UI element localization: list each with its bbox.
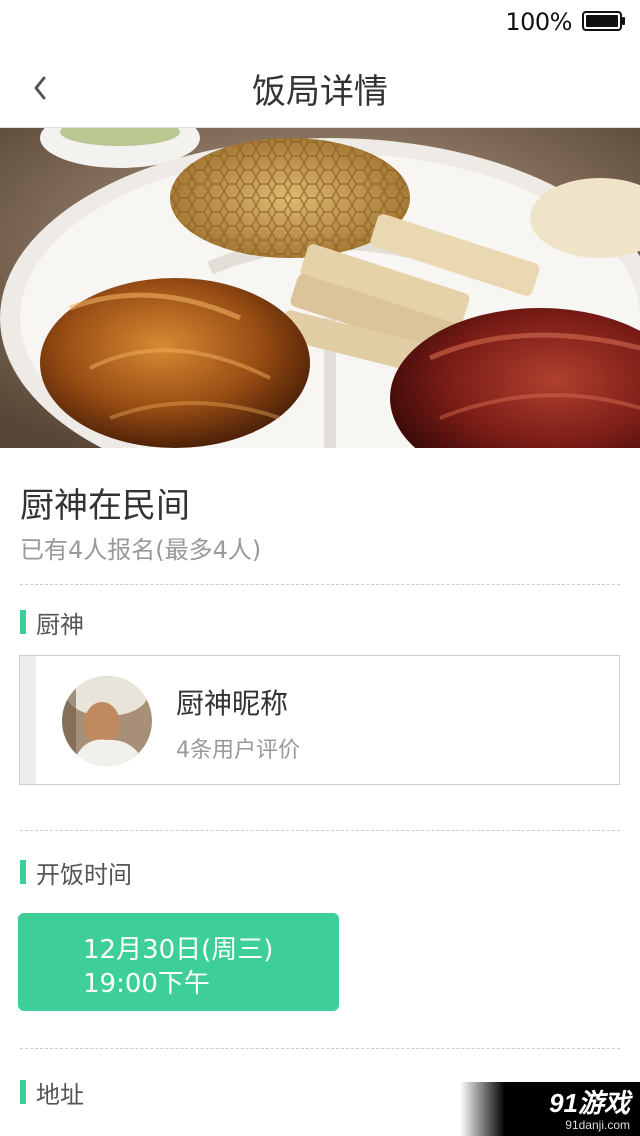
divider [20,1048,620,1049]
section-time: 开饭时间 [20,858,132,889]
chef-card-strip [20,656,36,784]
food-platter-photo [0,128,640,448]
dinner-date: 12月30日(周三) [83,935,274,965]
section-accent-bar [20,1080,26,1104]
status-bar: 100% [0,0,640,44]
section-chef: 厨神 [20,608,84,639]
section-accent-bar [20,860,26,884]
watermark-logo: 91游戏 91danji.com [460,1082,640,1136]
chef-nickname: 厨神昵称 [176,687,289,720]
divider [20,584,620,585]
section-address-label: 地址 [36,1080,84,1109]
dinner-name: 厨神在民间 [20,486,190,526]
dinner-time-box[interactable]: 12月30日(周三) 19:00下午 [18,913,339,1011]
section-time-label: 开饭时间 [36,860,132,889]
section-address: 地址 [20,1078,84,1109]
signup-status: 已有4人报名(最多4人) [20,536,262,564]
nav-bar: 饭局详情 [0,44,640,128]
page-title: 饭局详情 [252,72,388,112]
chef-avatar [62,676,152,766]
section-accent-bar [20,610,26,634]
battery-full-icon [582,11,625,31]
svg-text:91danji.com: 91danji.com [565,1118,630,1132]
battery-percent: 100% [505,8,572,36]
svg-text:91游戏: 91游戏 [549,1088,633,1118]
dinner-hour: 19:00下午 [83,969,210,999]
section-chef-label: 厨神 [36,610,84,639]
chef-card[interactable]: 厨神昵称 4条用户评价 [19,655,620,785]
divider [20,830,620,831]
chef-reviews: 4条用户评价 [176,738,300,763]
